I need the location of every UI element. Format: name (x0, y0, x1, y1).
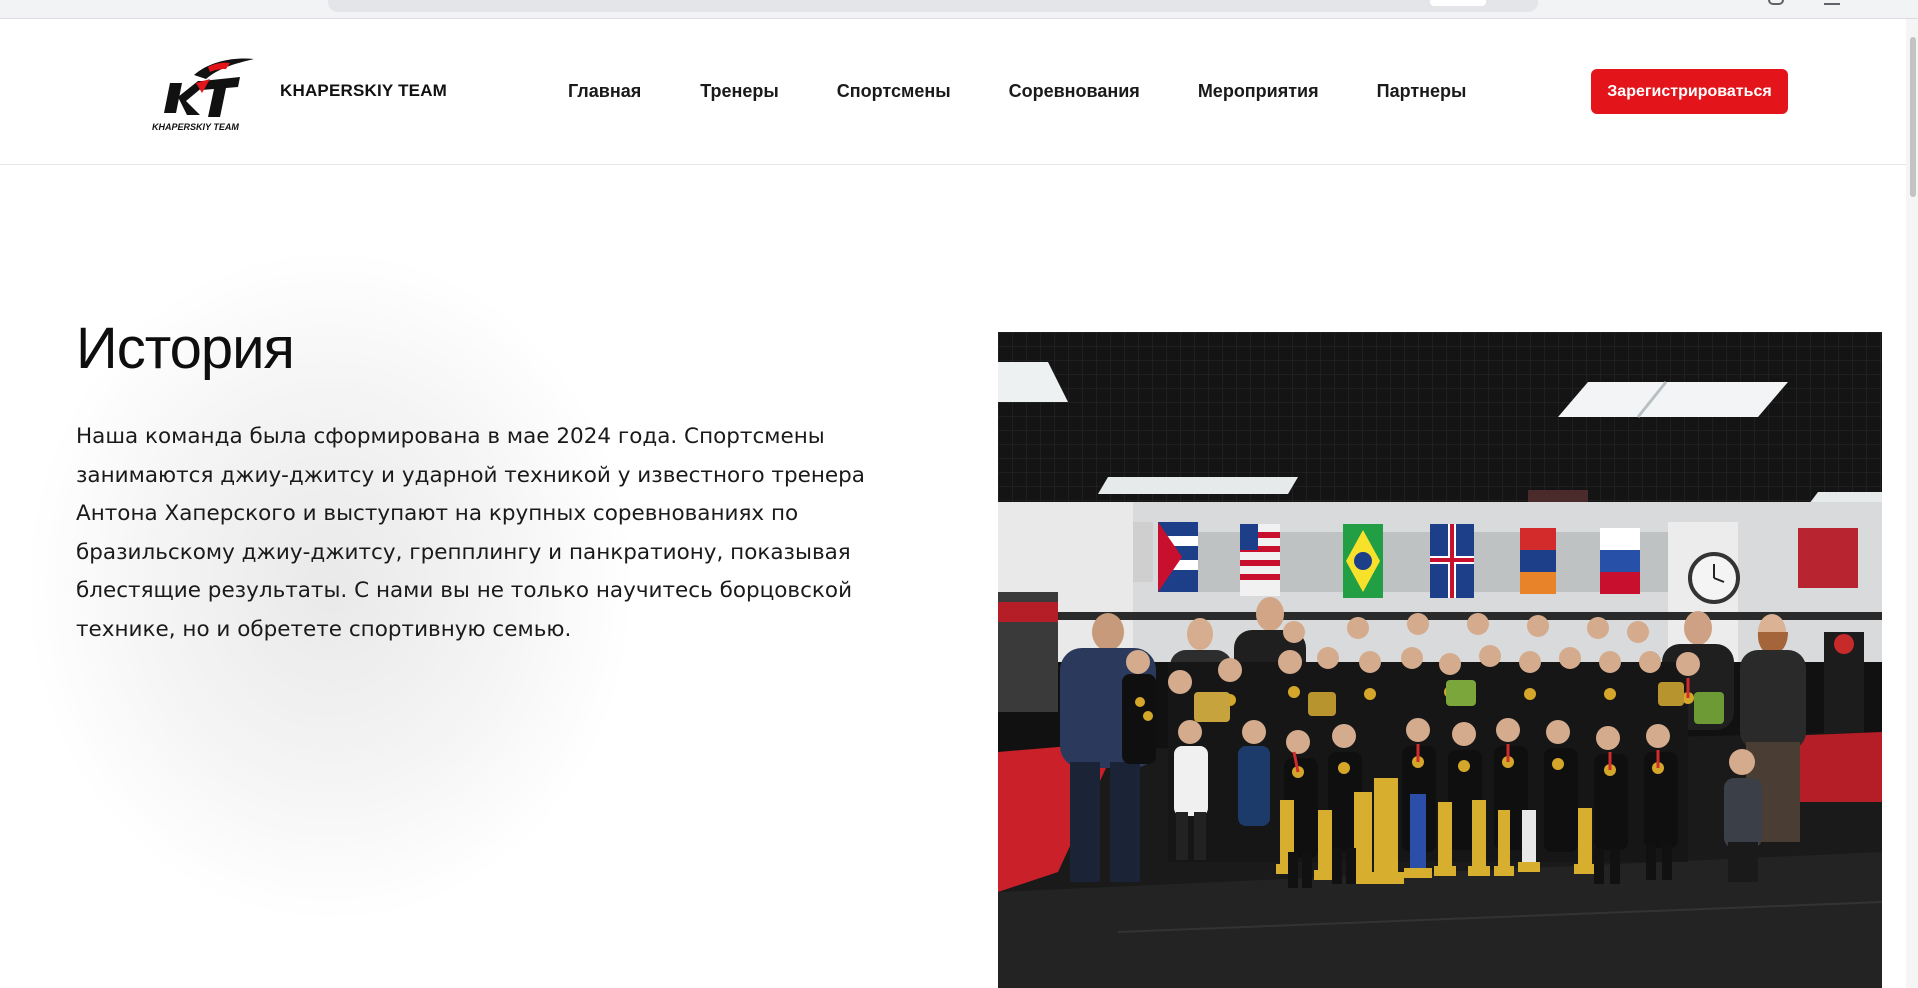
history-line: блестящие результаты. С нами вы не тольк… (76, 578, 853, 603)
site-header: KHAPERSKIY TEAM KHAPERSKIY TEAM Главная … (0, 19, 1906, 165)
nav-item-coaches[interactable]: Тренеры (700, 81, 779, 102)
scrollbar-thumb[interactable] (1910, 37, 1916, 197)
register-button[interactable]: Зарегистрироваться (1591, 69, 1788, 114)
nav-item-competitions[interactable]: Соревнования (1009, 81, 1140, 102)
history-text: Наша команда была сформирована в мае 202… (76, 418, 866, 649)
page-scrollbar[interactable] (1906, 19, 1918, 988)
history-line: бразильскому джиу-джитсу, грепплингу и п… (76, 539, 851, 565)
profile-icon[interactable] (1768, 0, 1784, 5)
history-title: История (76, 316, 295, 381)
history-line: занимаются джиу-джитсу и ударной технико… (76, 462, 865, 488)
menu-icon[interactable] (1824, 0, 1840, 5)
main-nav: Главная Тренеры Спортсмены Соревнования … (568, 81, 1466, 102)
address-bar[interactable] (328, 0, 1538, 12)
kt-logo-icon[interactable]: KHAPERSKIY TEAM (150, 53, 256, 133)
nav-item-events[interactable]: Мероприятия (1198, 81, 1319, 102)
brand-name[interactable]: KHAPERSKIY TEAM (280, 81, 447, 101)
browser-toolbar (0, 0, 1918, 19)
address-bar-button[interactable] (1430, 0, 1486, 6)
history-line: Антона Хаперского и выступают на крупных… (76, 501, 799, 526)
logo-text: KHAPERSKIY TEAM (152, 122, 239, 132)
nav-item-home[interactable]: Главная (568, 81, 641, 102)
nav-item-athletes[interactable]: Спортсмены (837, 81, 951, 102)
team-photo-image (998, 332, 1882, 988)
history-line: технике, но и обретете спортивную семью. (76, 616, 572, 642)
nav-item-partners[interactable]: Партнеры (1377, 81, 1467, 102)
history-line: Наша команда была сформирована в мае 202… (76, 424, 825, 449)
team-photo (998, 332, 1882, 988)
